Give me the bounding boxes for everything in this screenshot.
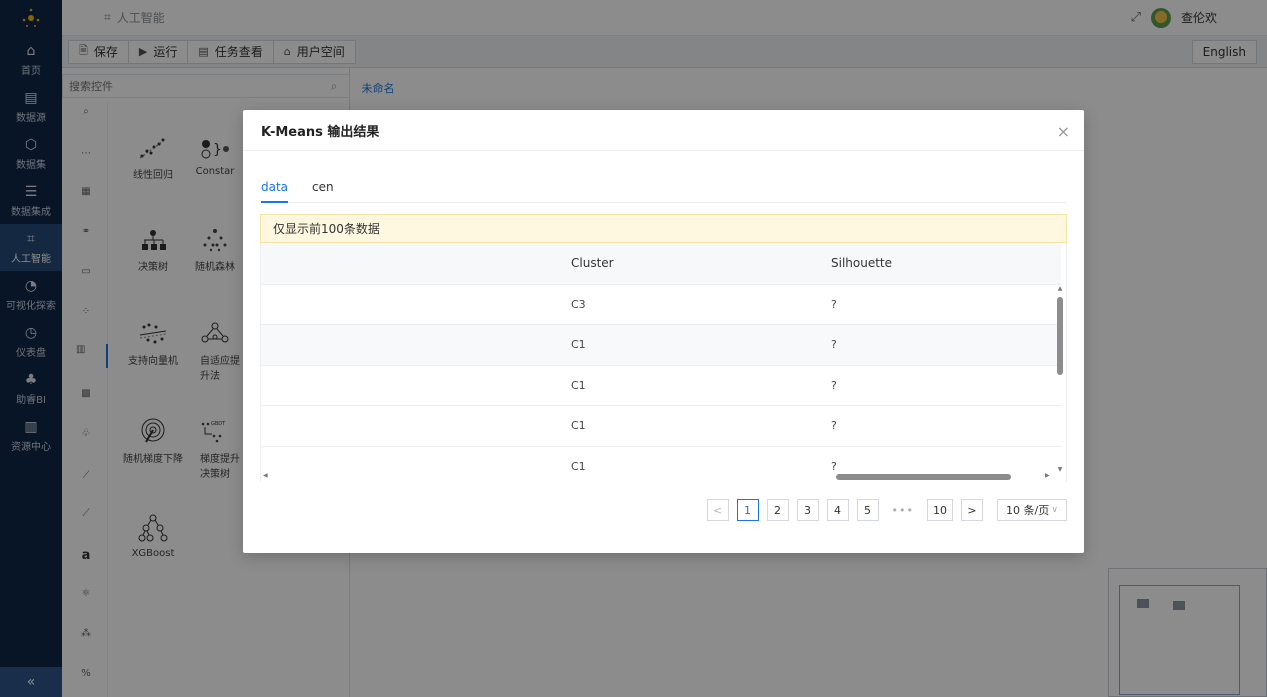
table-row: C1 ? — [261, 324, 1061, 366]
output-tabs: data cen — [261, 177, 1067, 203]
column-header-cluster: Cluster — [559, 243, 819, 285]
table-row: C3 ? — [261, 284, 1061, 325]
kmeans-output-dialog: K-Means 输出结果 × data cen 仅显示前100条数据 Clust… — [243, 110, 1084, 553]
page-button-last[interactable]: 10 — [927, 499, 953, 521]
table-cell: ? — [819, 405, 1061, 447]
result-table-container: Cluster Silhouette C3 ? C1 ? C1 ? C1 ? C… — [260, 243, 1067, 482]
prev-page-button[interactable]: < — [706, 499, 729, 521]
result-table: Cluster Silhouette C3 ? C1 ? C1 ? C1 ? C… — [261, 243, 1061, 482]
table-cell: C1 — [559, 324, 819, 366]
page-size-value: 10 条/页 — [1006, 504, 1050, 517]
scroll-right-icon[interactable]: ▶ — [1045, 472, 1050, 479]
scroll-left-icon[interactable]: ◀ — [263, 472, 268, 479]
table-cell: ? — [819, 324, 1061, 366]
dialog-header: K-Means 输出结果 × — [243, 110, 1084, 151]
chevron-down-icon: ∨ — [1051, 505, 1058, 515]
table-cell — [261, 324, 559, 366]
dialog-title: K-Means 输出结果 — [261, 124, 380, 140]
page-button-5[interactable]: 5 — [856, 499, 879, 521]
table-cell: C1 — [559, 405, 819, 447]
table-cell — [261, 405, 559, 447]
table-cell: ? — [819, 284, 1061, 325]
horizontal-scroll-thumb[interactable] — [836, 474, 1011, 480]
page-ellipsis[interactable]: ••• — [886, 499, 919, 521]
vertical-scrollbar[interactable]: ▲ ▼ — [1056, 285, 1064, 473]
table-cell: ? — [819, 365, 1061, 406]
page-button-3[interactable]: 3 — [796, 499, 819, 521]
page-button-2[interactable]: 2 — [766, 499, 789, 521]
table-row: C1 ? — [261, 365, 1061, 406]
close-icon[interactable]: × — [1057, 122, 1070, 141]
tab-cen[interactable]: cen — [312, 177, 334, 202]
pagination: < 1 2 3 4 5 ••• 10 > 10 条/页 ∨ — [706, 499, 1067, 521]
next-page-button[interactable]: > — [961, 499, 983, 521]
column-header-silhouette: Silhouette — [819, 243, 1061, 285]
column-header-index — [261, 243, 559, 285]
vertical-scroll-thumb[interactable] — [1057, 297, 1063, 375]
table-cell — [261, 365, 559, 406]
page-size-select[interactable]: 10 条/页 ∨ — [997, 499, 1067, 521]
data-limit-notice: 仅显示前100条数据 — [260, 214, 1067, 243]
table-cell: C3 — [559, 284, 819, 325]
horizontal-scrollbar[interactable]: ◀ ▶ — [261, 472, 1061, 482]
scroll-up-icon[interactable]: ▲ — [1056, 285, 1064, 292]
tab-data[interactable]: data — [261, 177, 289, 203]
table-cell — [261, 284, 559, 325]
page-button-4[interactable]: 4 — [826, 499, 849, 521]
table-cell: C1 — [559, 365, 819, 406]
table-row: C1 ? — [261, 405, 1061, 447]
page-button-1[interactable]: 1 — [736, 499, 759, 521]
